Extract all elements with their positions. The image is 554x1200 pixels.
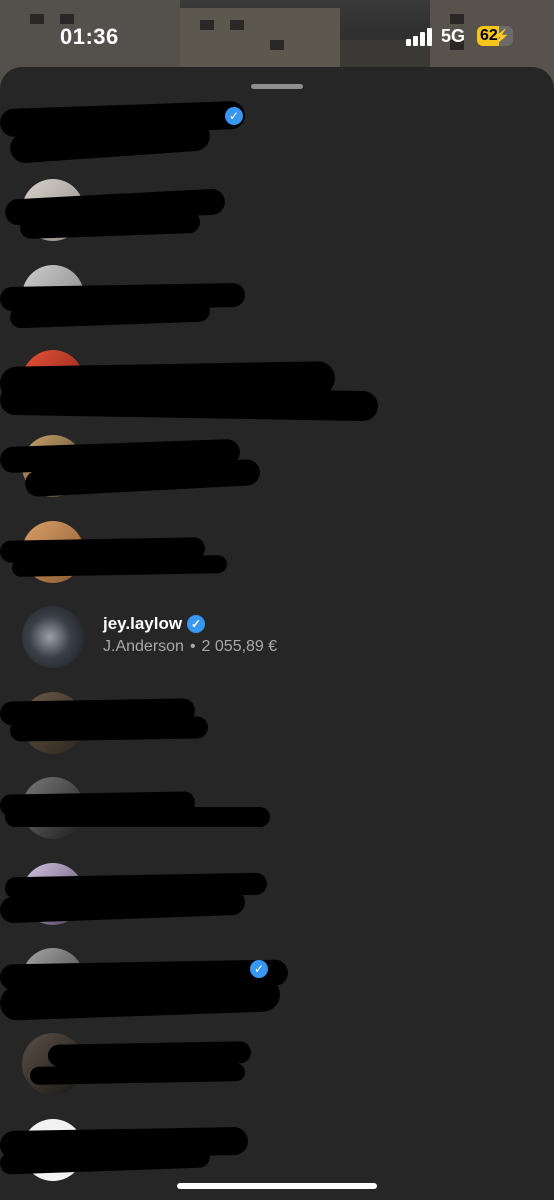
redaction-scribble <box>9 716 209 742</box>
list-item[interactable] <box>0 1033 554 1117</box>
verified-badge-icon: ✓ <box>250 960 268 978</box>
display-name: J.Anderson <box>103 638 184 655</box>
battery-icon: 62 ⚡ <box>477 26 513 46</box>
verified-badge-icon: ✓ <box>225 107 243 125</box>
row-subtitle: J.Anderson • 2 055,89 € <box>103 638 277 656</box>
network-type: 5G <box>441 26 466 46</box>
redaction-scribble <box>0 384 379 422</box>
list-item[interactable] <box>0 863 554 947</box>
list-item[interactable] <box>0 777 554 861</box>
redaction-scribble <box>29 1063 246 1085</box>
list-item[interactable]: ✓ <box>0 97 554 181</box>
verified-badge-icon: ✓ <box>187 615 206 633</box>
list-item[interactable] <box>0 265 554 349</box>
redaction-scribble <box>5 807 270 827</box>
status-time: 01:36 <box>60 24 119 49</box>
list-item[interactable]: jey.laylow ✓ J.Anderson • 2 055,89 € <box>0 606 554 690</box>
list-item[interactable] <box>0 350 554 434</box>
amount: 2 055,89 € <box>201 638 278 655</box>
avatar <box>22 606 84 668</box>
sheet-grabber[interactable] <box>251 84 303 89</box>
list-item[interactable] <box>0 179 554 263</box>
redaction-scribble <box>11 555 228 577</box>
status-bar: 01:36 5G 62 ⚡ <box>0 0 554 70</box>
separator: • <box>189 638 196 655</box>
bolt-icon: ⚡ <box>492 28 510 44</box>
list-item[interactable] <box>0 521 554 605</box>
list-item[interactable] <box>0 692 554 776</box>
home-indicator[interactable] <box>177 1183 377 1189</box>
username: jey.laylow ✓ <box>103 614 206 634</box>
list-item[interactable]: ✓ <box>0 948 554 1032</box>
share-sheet: ✓ jey.laylow ✓ J.Anderson • 2 055,89 € ✓ <box>0 67 554 1200</box>
username-text: jey.laylow <box>103 614 183 633</box>
signal-bars-icon <box>406 28 434 46</box>
list-item[interactable] <box>0 435 554 519</box>
